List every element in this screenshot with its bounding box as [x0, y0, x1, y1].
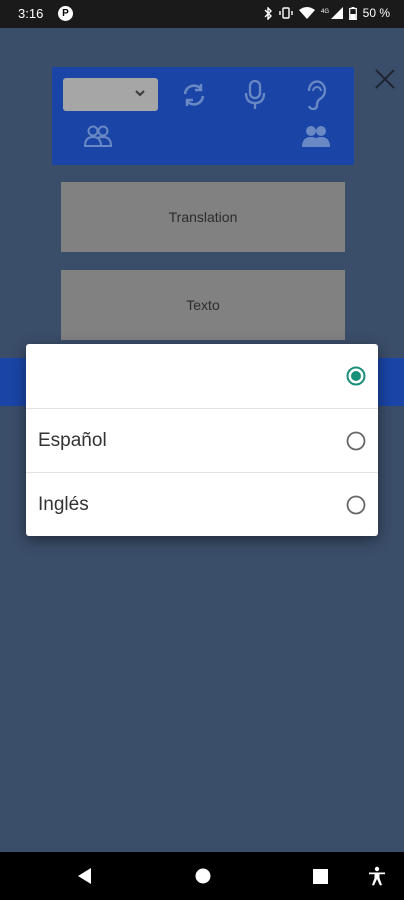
home-button[interactable] — [188, 852, 218, 900]
accessibility-button[interactable] — [362, 852, 392, 900]
wifi-icon — [298, 7, 315, 19]
battery-icon — [348, 6, 357, 20]
accessibility-icon — [369, 866, 385, 886]
mic-icon[interactable] — [242, 79, 268, 111]
vibrate-icon — [278, 7, 293, 19]
home-circle-icon — [195, 868, 211, 884]
translation-button[interactable]: Translation — [61, 182, 345, 252]
radio-unchecked-icon[interactable] — [346, 495, 366, 515]
text-button[interactable]: Texto — [61, 270, 345, 340]
toolbar — [52, 67, 354, 165]
close-button[interactable] — [370, 64, 400, 94]
svg-text:4G: 4G — [321, 9, 329, 15]
battery-percent: 50 % — [362, 6, 390, 20]
status-time: 3:16 — [18, 6, 44, 21]
navigation-bar — [0, 852, 404, 900]
app-notification-icon: P — [58, 6, 73, 21]
swap-icon[interactable] — [179, 80, 209, 110]
recents-button[interactable] — [305, 852, 335, 900]
language-dialog: Español Inglés — [26, 344, 378, 536]
radio-unchecked-icon[interactable] — [346, 431, 366, 451]
back-button[interactable] — [70, 852, 100, 900]
signal-4g-icon: 4G — [321, 7, 343, 19]
language-option-label: Español — [38, 429, 107, 451]
language-option-label: Inglés — [38, 493, 89, 515]
close-icon — [375, 69, 395, 89]
language-option-empty[interactable] — [26, 344, 378, 408]
ear-icon[interactable] — [304, 79, 328, 111]
back-triangle-icon — [78, 868, 91, 884]
recents-square-icon — [312, 868, 328, 884]
radio-checked-icon[interactable] — [346, 366, 366, 386]
language-option-ingles[interactable]: Inglés — [26, 472, 378, 536]
status-indicators: 4G 50 % — [264, 6, 390, 20]
people-filled-icon[interactable] — [301, 124, 331, 148]
language-option-espanol[interactable]: Español — [26, 408, 378, 472]
people-outline-icon[interactable] — [83, 124, 113, 148]
chevron-down-icon — [135, 90, 145, 97]
bluetooth-icon — [264, 6, 272, 20]
language-select[interactable] — [63, 78, 158, 111]
status-bar: 3:16 P 4G 50 % — [0, 0, 404, 28]
